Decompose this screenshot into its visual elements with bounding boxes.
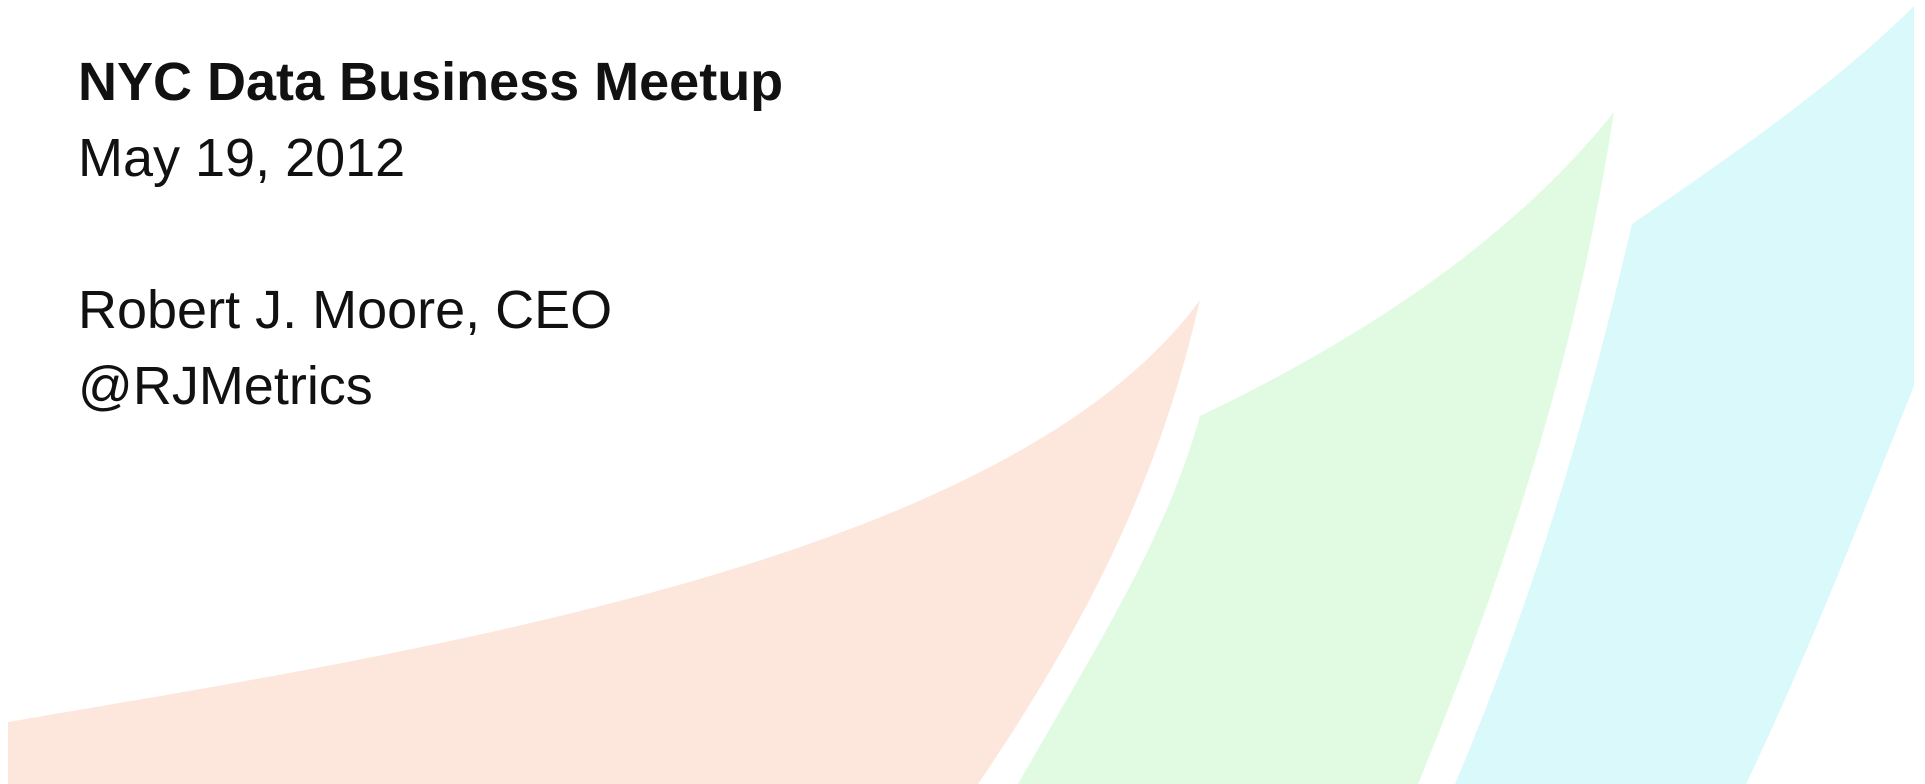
slide-text: NYC Data Business Meetup May 19, 2012 Ro… (78, 44, 978, 424)
slide-date: May 19, 2012 (78, 128, 406, 188)
twitter-handle: @RJMetrics (78, 356, 373, 416)
text-spacer (78, 196, 978, 272)
slide-title: NYC Data Business Meetup (78, 52, 784, 112)
presenter-name: Robert J. Moore, CEO (78, 280, 613, 340)
title-slide: NYC Data Business Meetup May 19, 2012 Ro… (0, 0, 1925, 784)
